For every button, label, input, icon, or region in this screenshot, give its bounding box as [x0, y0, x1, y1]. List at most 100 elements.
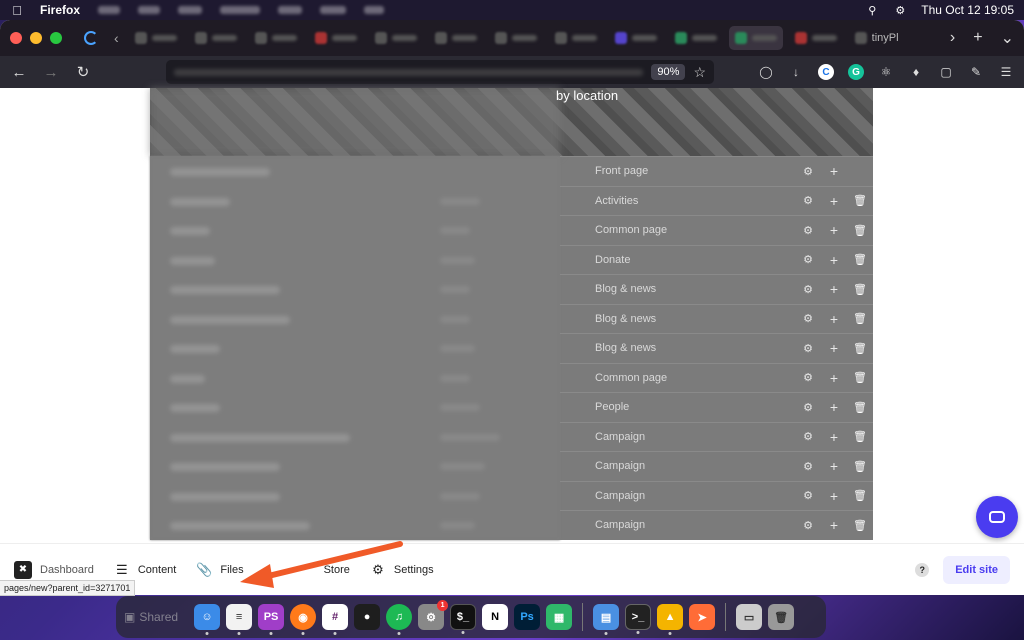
firefox-icon[interactable]: ◉: [290, 604, 317, 635]
back-icon[interactable]: ←: [10, 63, 28, 81]
spotify-icon[interactable]: ♫: [386, 604, 413, 635]
bookmark-star-icon[interactable]: ☆: [693, 64, 706, 81]
app-name[interactable]: Firefox: [40, 3, 80, 17]
add-subpage-icon[interactable]: +: [821, 429, 847, 445]
zoom-level[interactable]: 90%: [651, 64, 686, 80]
download-icon[interactable]: ↓: [788, 64, 804, 80]
trash-icon[interactable]: 🗑: [847, 460, 873, 473]
grammarly-icon[interactable]: G: [848, 64, 864, 80]
trash-icon[interactable]: 🗑: [847, 371, 873, 384]
trash-icon[interactable]: 🗑: [847, 194, 873, 207]
tab[interactable]: [249, 26, 303, 50]
trash-icon[interactable]: 🗑: [847, 253, 873, 266]
photoshop-icon[interactable]: Ps: [514, 604, 541, 630]
tab[interactable]: [669, 26, 723, 50]
table-row[interactable]: Front page ⚙ +: [560, 156, 873, 186]
gear-icon[interactable]: ⚙: [795, 224, 821, 237]
pocket-icon[interactable]: ◯: [758, 64, 774, 80]
tab[interactable]: [429, 26, 483, 50]
trash-icon[interactable]: 🗑: [847, 312, 873, 325]
gear-icon[interactable]: ⚙: [795, 401, 821, 414]
database-icon[interactable]: ▤: [593, 604, 620, 635]
extension-c-icon[interactable]: C: [818, 64, 834, 80]
table-row[interactable]: Common page ⚙ + 🗑: [560, 215, 873, 245]
tab[interactable]: tinyPl: [849, 26, 911, 50]
help-icon[interactable]: ?: [915, 562, 930, 577]
tab-list-chevron-icon[interactable]: ⌄: [1001, 28, 1014, 48]
phpstorm-icon[interactable]: PS: [258, 604, 285, 635]
tab[interactable]: [369, 26, 423, 50]
add-subpage-icon[interactable]: +: [821, 281, 847, 297]
close-window-button[interactable]: [10, 32, 22, 44]
url-bar[interactable]: 90% ☆: [166, 60, 714, 84]
table-row[interactable]: Common page ⚙ + 🗑: [560, 362, 873, 393]
minimize-window-button[interactable]: [30, 32, 42, 44]
add-subpage-icon[interactable]: +: [821, 222, 847, 238]
pen-icon[interactable]: ✎: [968, 64, 984, 80]
trash-icon[interactable]: 🗑: [847, 401, 873, 414]
trash-icon[interactable]: 🗑: [847, 430, 873, 443]
control-center-icon[interactable]: ⚙: [893, 3, 907, 17]
table-row[interactable]: Activities ⚙ + 🗑: [560, 185, 873, 216]
gear-icon[interactable]: ⚙: [795, 194, 821, 207]
table-row[interactable]: Campaign ⚙ + 🗑: [560, 480, 873, 511]
gear-icon[interactable]: ⚙: [795, 342, 821, 355]
tab[interactable]: [489, 26, 543, 50]
add-subpage-icon[interactable]: +: [821, 488, 847, 504]
trash-icon[interactable]: 🗑: [847, 489, 873, 502]
table-row[interactable]: People ⚙ + 🗑: [560, 392, 873, 422]
add-subpage-icon[interactable]: +: [821, 193, 847, 209]
dashboard-link[interactable]: ✖ Dashboard: [14, 560, 94, 579]
new-tab-icon[interactable]: +: [973, 29, 982, 47]
tab[interactable]: [129, 26, 183, 50]
table-row[interactable]: Campaign ⚙ + 🗑: [560, 510, 873, 540]
add-subpage-icon[interactable]: +: [821, 340, 847, 356]
scanner-icon[interactable]: ▭: [736, 604, 763, 630]
iterm-icon[interactable]: $_: [450, 604, 477, 634]
forward-icon[interactable]: →: [42, 63, 60, 81]
table-row[interactable]: Campaign ⚙ + 🗑: [560, 451, 873, 481]
reload-icon[interactable]: ↻: [74, 63, 92, 81]
gear-icon[interactable]: ⚙: [795, 253, 821, 266]
gear-icon[interactable]: ⚙: [795, 283, 821, 296]
table-row[interactable]: Blog & news ⚙ + 🗑: [560, 274, 873, 304]
terminal-icon[interactable]: >_: [625, 604, 652, 634]
app-green-icon[interactable]: ▦: [546, 604, 573, 630]
tab-scroll-left-icon[interactable]: ‹: [114, 30, 119, 46]
add-subpage-icon[interactable]: +: [821, 517, 847, 533]
reminders-icon[interactable]: ≡: [226, 604, 253, 635]
menu-icon[interactable]: ☰: [998, 64, 1014, 80]
add-subpage-icon[interactable]: +: [821, 399, 847, 415]
trash-icon[interactable]: 🗑: [847, 342, 873, 355]
trash-icon[interactable]: 🗑: [847, 519, 873, 532]
add-subpage-icon[interactable]: +: [821, 370, 847, 386]
table-row[interactable]: Blog & news ⚙ + 🗑: [560, 333, 873, 363]
content-link[interactable]: ☰ Content: [114, 562, 176, 578]
edit-site-button[interactable]: Edit site: [943, 555, 1010, 584]
figma-icon[interactable]: ●: [354, 604, 381, 630]
search-icon[interactable]: ⚲: [865, 3, 879, 17]
tableplus-icon[interactable]: ▲: [657, 604, 684, 635]
gear-icon[interactable]: ⚙: [795, 312, 821, 325]
notion-icon[interactable]: N: [482, 604, 509, 630]
slack-icon[interactable]: #: [322, 604, 349, 635]
fullscreen-window-button[interactable]: [50, 32, 62, 44]
gear-icon[interactable]: ⚙: [795, 519, 821, 532]
react-devtools-icon[interactable]: ⚛: [878, 64, 894, 80]
tab[interactable]: [309, 26, 363, 50]
tab[interactable]: [549, 26, 603, 50]
trash-icon[interactable]: 🗑: [768, 604, 795, 630]
gear-icon[interactable]: ⚙: [795, 371, 821, 384]
trash-icon[interactable]: 🗑: [847, 283, 873, 296]
add-subpage-icon[interactable]: +: [821, 252, 847, 268]
table-row[interactable]: Donate ⚙ + 🗑: [560, 244, 873, 275]
extension-box-icon[interactable]: ▢: [938, 64, 954, 80]
gear-icon[interactable]: ⚙: [795, 430, 821, 443]
add-subpage-icon[interactable]: +: [821, 311, 847, 327]
trash-icon[interactable]: 🗑: [847, 224, 873, 237]
table-row[interactable]: Campaign ⚙ + 🗑: [560, 421, 873, 452]
gear-icon[interactable]: ⚙: [795, 489, 821, 502]
menubar-clock[interactable]: Thu Oct 12 19:05: [921, 3, 1014, 17]
extensions-icon[interactable]: ♦: [908, 64, 924, 80]
add-subpage-icon[interactable]: +: [821, 163, 847, 179]
